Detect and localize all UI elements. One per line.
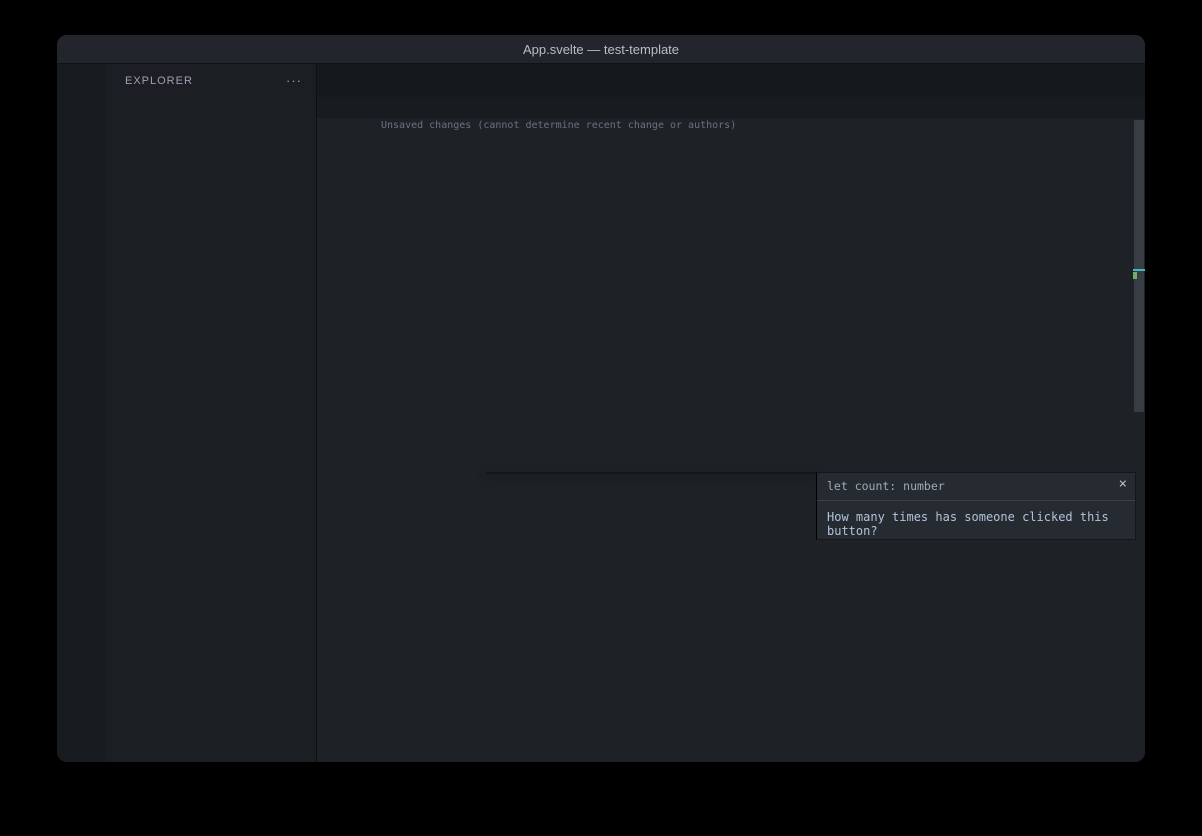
tab-bar xyxy=(317,64,1145,97)
editor-scrollbar[interactable] xyxy=(1133,118,1145,762)
gitlens-annotation: Unsaved changes (cannot determine recent… xyxy=(381,120,736,131)
suggest-details-panel: × let count: number How many times has s… xyxy=(816,472,1136,540)
scrollbar-thumb[interactable] xyxy=(1134,120,1144,412)
titlebar: App.svelte — test-template xyxy=(57,35,1145,64)
workspace-section-header[interactable] xyxy=(105,97,316,119)
explorer-sidebar: EXPLORER ··· xyxy=(105,64,317,762)
close-icon[interactable]: × xyxy=(1119,476,1127,492)
more-actions-icon[interactable]: ··· xyxy=(286,73,302,88)
intellisense-suggest-widget xyxy=(486,472,818,474)
vscode-window: App.svelte — test-template EXPLORER ··· xyxy=(57,35,1145,762)
activity-bar xyxy=(57,64,105,762)
screenshot-stage: App.svelte — test-template EXPLORER ··· xyxy=(0,0,1202,836)
sidebar-title: EXPLORER xyxy=(125,75,193,87)
code-editor[interactable]: Unsaved changes (cannot determine recent… xyxy=(317,118,1145,762)
breadcrumb xyxy=(317,97,1145,118)
overview-ruler-cursor-mark xyxy=(1133,269,1145,271)
suggest-documentation: How many times has someone clicked this … xyxy=(817,501,1135,547)
editor-column: Unsaved changes (cannot determine recent… xyxy=(317,64,1145,762)
sidebar-header: EXPLORER ··· xyxy=(105,64,316,97)
overview-ruler-modified-mark xyxy=(1133,272,1137,279)
window-title: App.svelte — test-template xyxy=(57,42,1145,57)
suggest-signature: let count: number xyxy=(817,473,1135,501)
